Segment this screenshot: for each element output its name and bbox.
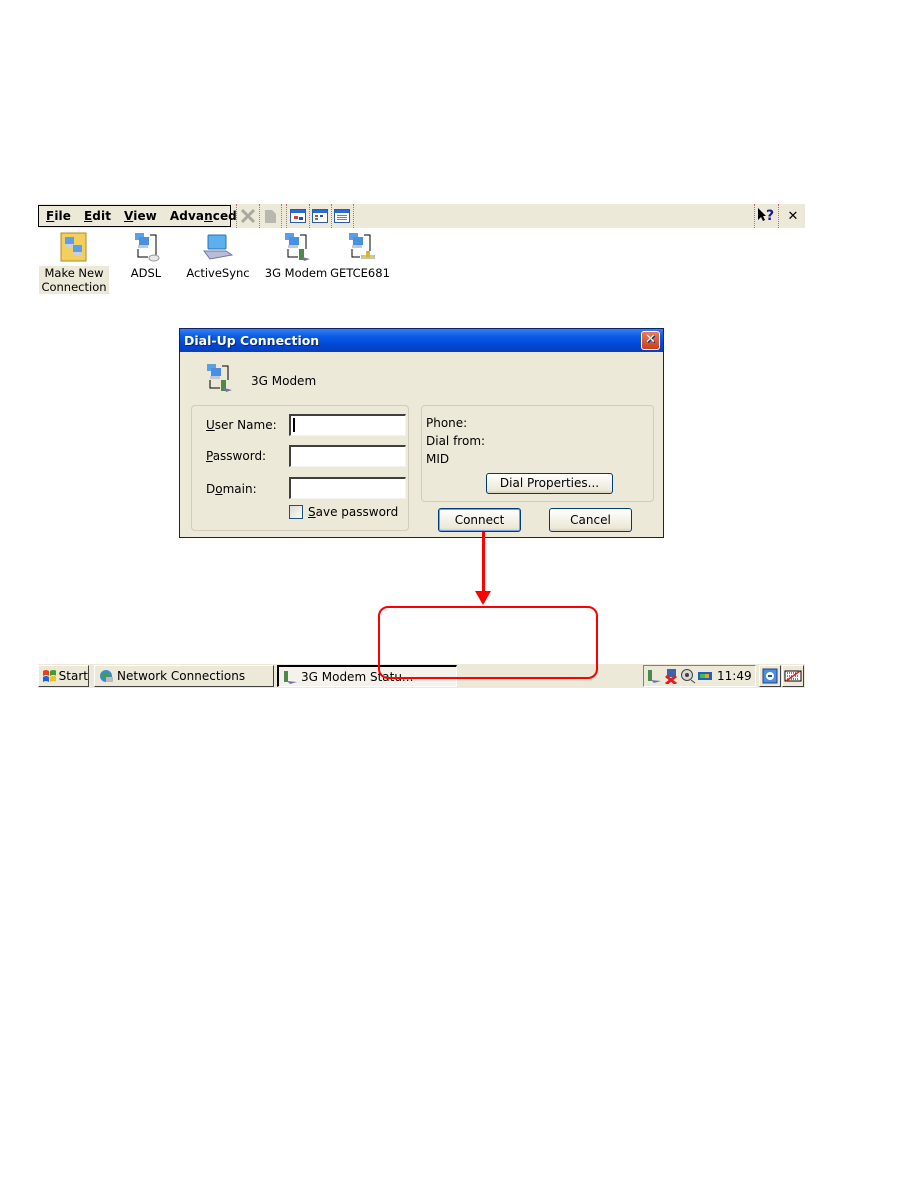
windows-logo-icon <box>43 670 56 682</box>
modem-connection-icon <box>204 362 236 394</box>
show-desktop-icon <box>762 668 778 684</box>
icon-label: GETCE681 <box>330 266 390 280</box>
3g-modem-item[interactable]: 3G Modem <box>260 231 332 280</box>
icon-label: ADSL <box>130 266 162 280</box>
user-name-label: User Name: <box>206 418 277 432</box>
delete-icon <box>240 208 256 224</box>
network-globe-icon <box>100 670 113 682</box>
menu-advanced-rest: ced <box>212 209 237 223</box>
make-new-connection-icon <box>58 231 90 263</box>
network-disconnected-icon[interactable] <box>663 668 679 686</box>
large-icons-view-button[interactable] <box>288 206 308 226</box>
system-tray: 11:49 <box>643 665 756 687</box>
domain-label: Domain: <box>206 482 257 496</box>
connection-name: 3G Modem <box>251 374 317 388</box>
password-input[interactable] <box>289 445 406 467</box>
annotation-callout-box <box>378 606 598 679</box>
small-icons-view-icon <box>312 209 328 223</box>
adsl-connection-item[interactable]: ADSL <box>110 231 182 280</box>
save-password-label[interactable]: Save password <box>308 505 398 519</box>
task-label: Network Connections <box>117 669 246 683</box>
connect-button[interactable]: Connect <box>438 508 521 532</box>
getce681-item[interactable]: GETCE681 <box>324 231 396 280</box>
text-caret <box>293 418 295 432</box>
annotation-arrow-line <box>482 532 485 596</box>
menu-view[interactable]: View <box>124 209 157 223</box>
dialog-title: Dial-Up Connection <box>184 333 320 348</box>
menu-edit[interactable]: Edit <box>84 209 111 223</box>
keyboard-icon <box>784 670 802 682</box>
connect-label: Connect <box>454 513 505 527</box>
menu-advanced[interactable]: Advanced <box>170 209 237 223</box>
toolbar-separator <box>778 204 779 228</box>
modem-status-icon <box>284 670 297 684</box>
input-panel-button[interactable] <box>782 665 804 687</box>
toolbar-separator <box>236 204 237 228</box>
dial-from-label: Dial from: <box>426 434 486 448</box>
dial-up-connection-dialog: Dial-Up Connection ✕ 3G Modem User Name:… <box>179 328 664 538</box>
properties-button[interactable] <box>260 206 280 226</box>
activesync-icon <box>202 231 234 263</box>
menu-view-mnemonic: V <box>124 209 134 223</box>
pointer-help-icon: ? <box>757 208 775 224</box>
annotation-arrow-head <box>475 591 491 605</box>
save-password-checkbox[interactable] <box>289 505 303 519</box>
start-label: Start <box>58 669 88 683</box>
help-button[interactable]: ? <box>756 206 776 226</box>
icon-label: Make New Connection <box>39 266 109 294</box>
menu-advanced-pre: Adva <box>169 209 205 223</box>
details-view-icon <box>334 209 350 223</box>
small-icons-view-button[interactable] <box>310 206 330 226</box>
dialog-titlebar[interactable]: Dial-Up Connection ✕ <box>180 329 663 352</box>
battery-icon[interactable] <box>697 668 713 684</box>
menu-file[interactable]: File <box>46 209 71 223</box>
domain-input[interactable] <box>289 477 406 499</box>
cancel-button[interactable]: Cancel <box>549 508 632 532</box>
make-new-connection-item[interactable]: Make New Connection <box>38 231 110 294</box>
details-view-button[interactable] <box>332 206 352 226</box>
desktop-button[interactable] <box>759 665 781 687</box>
toolbar-separator <box>353 204 354 228</box>
large-icons-view-icon <box>290 209 306 223</box>
close-icon: ✕ <box>645 332 656 347</box>
menu-view-rest: iew <box>133 209 157 223</box>
cancel-label: Cancel <box>570 513 611 527</box>
credentials-group: User Name: Password: Domain: Save passwo… <box>191 405 409 531</box>
delete-button[interactable] <box>238 206 258 226</box>
toolbar-separator <box>281 204 282 228</box>
start-button[interactable]: Start <box>38 665 89 687</box>
icon-label: 3G Modem <box>264 266 328 280</box>
modem-connection-icon <box>280 231 312 263</box>
close-app-button[interactable]: ✕ <box>783 206 803 226</box>
toolbar-separator <box>286 204 287 228</box>
menu-strip: File Edit View Advanced <box>38 205 237 227</box>
dialog-close-button[interactable]: ✕ <box>641 331 660 350</box>
cursor-arrow-icon <box>757 208 766 221</box>
icon-label: ActiveSync <box>186 266 250 280</box>
adsl-connection-icon <box>130 231 162 263</box>
lan-connection-icon <box>344 231 376 263</box>
toolbar-separator <box>754 204 755 228</box>
modem-tray-icon[interactable] <box>646 668 662 684</box>
clock[interactable]: 11:49 <box>717 669 752 683</box>
password-label: Password: <box>206 449 267 463</box>
command-bar: File Edit View Advanced ? ✕ <box>38 204 805 228</box>
menu-file-rest: ile <box>54 209 71 223</box>
dialing-info-group: Phone: Dial from: MID Dial Properties... <box>421 405 654 502</box>
close-icon: ✕ <box>787 208 799 224</box>
phone-label: Phone: <box>426 416 468 430</box>
activesync-item[interactable]: ActiveSync <box>182 231 254 280</box>
dial-properties-label: Dial Properties... <box>499 476 600 490</box>
menu-advanced-mnemonic: n <box>204 209 213 223</box>
taskbar-network-connections[interactable]: Network Connections <box>94 665 274 687</box>
help-glyph: ? <box>765 208 775 224</box>
dial-properties-button[interactable]: Dial Properties... <box>486 473 613 494</box>
properties-icon <box>265 210 276 223</box>
volume-icon[interactable] <box>680 668 696 684</box>
dial-from-value: MID <box>426 452 450 466</box>
menu-edit-rest: dit <box>92 209 112 223</box>
user-name-input[interactable] <box>289 414 406 436</box>
